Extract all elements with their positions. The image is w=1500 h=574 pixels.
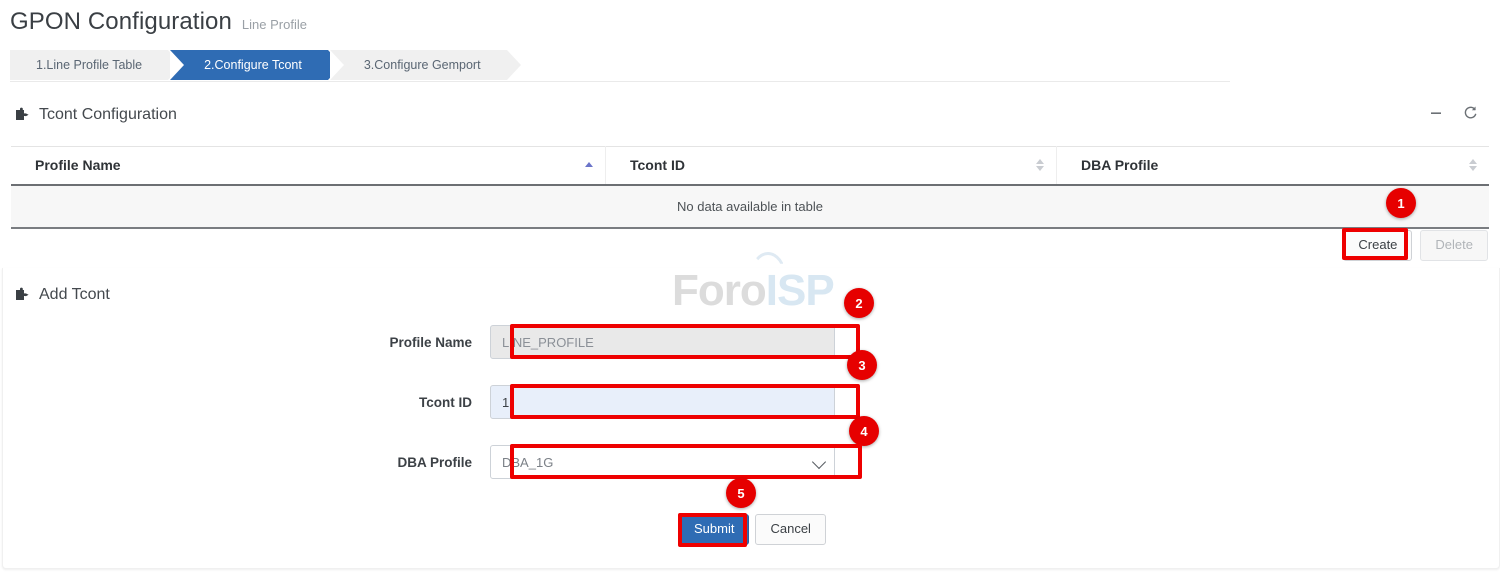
page-header: GPON Configuration Line Profile bbox=[10, 8, 307, 36]
column-header-tcont-id[interactable]: Tcont ID bbox=[606, 147, 1057, 186]
profile-name-label: Profile Name bbox=[0, 335, 490, 350]
sort-none-icon bbox=[1469, 159, 1477, 173]
puzzle-piece-icon bbox=[14, 287, 30, 303]
table-header-row: Profile Name Tcont ID DBA Profile bbox=[11, 147, 1489, 186]
panel-tools bbox=[1429, 105, 1478, 123]
puzzle-piece-icon bbox=[14, 107, 30, 123]
form-buttons: Submit Cancel bbox=[679, 514, 826, 545]
wizard-step-3-label: 3.Configure Gemport bbox=[364, 58, 481, 72]
add-tcont-title: Add Tcont bbox=[39, 286, 110, 304]
wizard-step-2[interactable]: 2.Configure Tcont bbox=[170, 50, 328, 80]
sort-none-icon bbox=[1036, 159, 1044, 173]
wizard-step-1[interactable]: 1.Line Profile Table bbox=[10, 50, 168, 80]
form-row-profile-name: Profile Name bbox=[0, 325, 880, 359]
add-tcont-header: Add Tcont bbox=[14, 286, 110, 304]
create-button[interactable]: Create bbox=[1343, 230, 1412, 261]
sort-ascending-icon bbox=[585, 162, 593, 170]
form-row-dba-profile: DBA Profile DBA_1G bbox=[0, 445, 880, 479]
minus-icon[interactable] bbox=[1429, 106, 1443, 123]
page-title: GPON Configuration bbox=[10, 8, 232, 36]
tcont-table: Profile Name Tcont ID DBA Profile No dat… bbox=[11, 146, 1489, 229]
column-header-profile-name[interactable]: Profile Name bbox=[11, 147, 606, 186]
column-header-tcont-id-label: Tcont ID bbox=[630, 157, 685, 173]
tcont-configuration-header: Tcont Configuration bbox=[14, 106, 177, 124]
tcont-configuration-title: Tcont Configuration bbox=[39, 106, 177, 124]
submit-button[interactable]: Submit bbox=[679, 514, 749, 545]
table-action-buttons: Create Delete bbox=[1343, 230, 1488, 261]
delete-button[interactable]: Delete bbox=[1420, 230, 1488, 261]
page-subtitle: Line Profile bbox=[242, 17, 307, 32]
column-header-dba-profile-label: DBA Profile bbox=[1081, 157, 1158, 173]
column-header-profile-name-label: Profile Name bbox=[35, 157, 121, 173]
tcont-id-field[interactable] bbox=[490, 385, 835, 419]
dba-profile-select[interactable]: DBA_1G bbox=[490, 445, 835, 479]
wizard-step-1-label: 1.Line Profile Table bbox=[36, 58, 142, 72]
table-empty-row: No data available in table bbox=[11, 185, 1489, 228]
cancel-button[interactable]: Cancel bbox=[755, 514, 825, 545]
column-header-dba-profile[interactable]: DBA Profile bbox=[1057, 147, 1490, 186]
dba-profile-select-wrap: DBA_1G bbox=[490, 445, 835, 479]
table-empty-message: No data available in table bbox=[11, 185, 1489, 228]
refresh-icon[interactable] bbox=[1463, 105, 1478, 123]
profile-name-field[interactable] bbox=[490, 325, 835, 359]
dba-profile-label: DBA Profile bbox=[0, 455, 490, 470]
wizard-step-3[interactable]: 3.Configure Gemport bbox=[330, 50, 507, 80]
wizard-steps: 1.Line Profile Table 2.Configure Tcont 3… bbox=[10, 50, 1230, 82]
form-row-tcont-id: Tcont ID bbox=[0, 385, 880, 419]
wizard-step-2-label: 2.Configure Tcont bbox=[204, 58, 302, 72]
tcont-id-label: Tcont ID bbox=[0, 395, 490, 410]
